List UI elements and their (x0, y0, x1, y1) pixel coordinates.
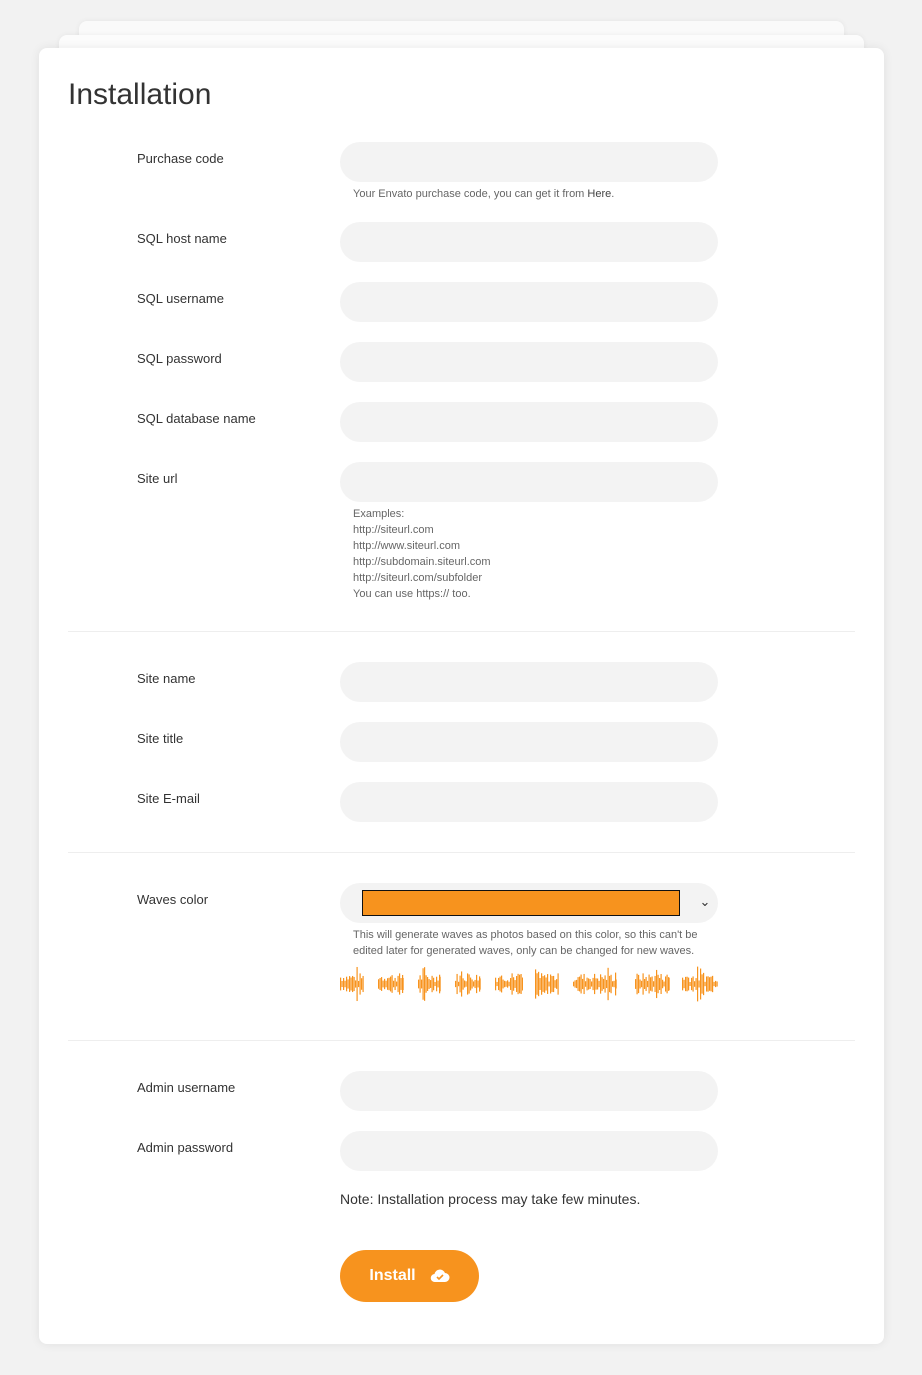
site-title-row: Site title (137, 722, 855, 762)
site-email-input[interactable] (340, 782, 718, 822)
sql-password-row: SQL password (137, 342, 855, 382)
help-line: http://siteurl.com (353, 524, 434, 536)
sql-host-label: SQL host name (137, 231, 227, 246)
admin-password-label: Admin password (137, 1140, 234, 1155)
purchase-code-input[interactable] (340, 142, 718, 182)
wave-preview-icon (377, 973, 404, 995)
help-end: . (611, 188, 615, 200)
site-name-label: Site name (137, 671, 196, 686)
wave-preview-icon (495, 973, 524, 995)
site-title-label: Site title (137, 731, 184, 746)
install-button[interactable]: Install (340, 1250, 479, 1302)
sql-username-input[interactable] (340, 282, 718, 322)
sql-host-input[interactable] (340, 222, 718, 262)
purchase-code-row: Purchase code Your Envato purchase code,… (137, 142, 855, 202)
purchase-code-help: Your Envato purchase code, you can get i… (340, 186, 718, 202)
sql-password-label: SQL password (137, 351, 222, 366)
site-url-input[interactable] (340, 462, 718, 502)
help-text: Your Envato purchase code, you can get i… (353, 188, 588, 200)
sql-host-row: SQL host name (137, 222, 855, 262)
waves-color-label: Waves color (137, 892, 209, 907)
purchase-code-label: Purchase code (137, 151, 224, 166)
help-line: http://subdomain.siteurl.com (353, 556, 491, 568)
waves-section: Waves color ⌄ This will generate waves a… (68, 853, 855, 1040)
site-url-label: Site url (137, 471, 178, 486)
help-line: http://www.siteurl.com (353, 540, 460, 552)
site-email-row: Site E-mail (137, 782, 855, 822)
waves-preview (340, 965, 719, 1003)
sql-database-label: SQL database name (137, 411, 256, 426)
waves-color-row: Waves color ⌄ This will generate waves a… (137, 883, 855, 1003)
waves-color-select[interactable]: ⌄ (340, 883, 718, 923)
help-line: You can use https:// too. (353, 588, 471, 600)
install-label: Install (369, 1267, 416, 1284)
help-line: Examples: (353, 508, 405, 520)
admin-username-row: Admin username (68, 1071, 855, 1111)
install-note: Note: Installation process may take few … (340, 1191, 641, 1207)
wave-preview-icon (572, 967, 617, 1001)
wave-preview-icon (634, 969, 671, 999)
chevron-down-icon: ⌄ (699, 894, 711, 909)
site-title-input[interactable] (340, 722, 718, 762)
wave-preview-icon (535, 969, 559, 999)
wave-preview-icon (682, 966, 719, 1002)
envato-link[interactable]: Here (587, 188, 611, 200)
site-name-input[interactable] (340, 662, 718, 702)
site-name-row: Site name (137, 662, 855, 702)
wave-preview-icon (417, 967, 442, 1001)
sql-username-row: SQL username (137, 282, 855, 322)
database-section: Purchase code Your Envato purchase code,… (68, 142, 855, 631)
wave-preview-icon (455, 971, 482, 997)
sql-password-input[interactable] (340, 342, 718, 382)
site-url-help: Examples: http://siteurl.com http://www.… (340, 506, 718, 602)
admin-password-row: Admin password (68, 1131, 855, 1171)
page-title: Installation (68, 78, 212, 111)
waves-color-help: This will generate waves as photos based… (353, 929, 698, 957)
cloud-check-icon (430, 1269, 450, 1283)
admin-username-label: Admin username (137, 1080, 236, 1095)
site-email-label: Site E-mail (137, 791, 200, 806)
installation-card: Installation Purchase code Your Envato p… (39, 48, 884, 1344)
site-url-row: Site url Examples: http://siteurl.com ht… (137, 462, 855, 602)
admin-section: Admin username Admin password Note: Inst… (68, 1041, 855, 1302)
admin-password-input[interactable] (340, 1131, 718, 1171)
sql-database-input[interactable] (340, 402, 718, 442)
site-section: Site name Site title Site E-mail (68, 632, 855, 852)
sql-database-row: SQL database name (137, 402, 855, 442)
sql-username-label: SQL username (137, 291, 224, 306)
color-swatch (362, 890, 680, 916)
help-line: http://siteurl.com/subfolder (353, 572, 483, 584)
admin-username-input[interactable] (340, 1071, 718, 1111)
wave-preview-icon (340, 966, 364, 1002)
